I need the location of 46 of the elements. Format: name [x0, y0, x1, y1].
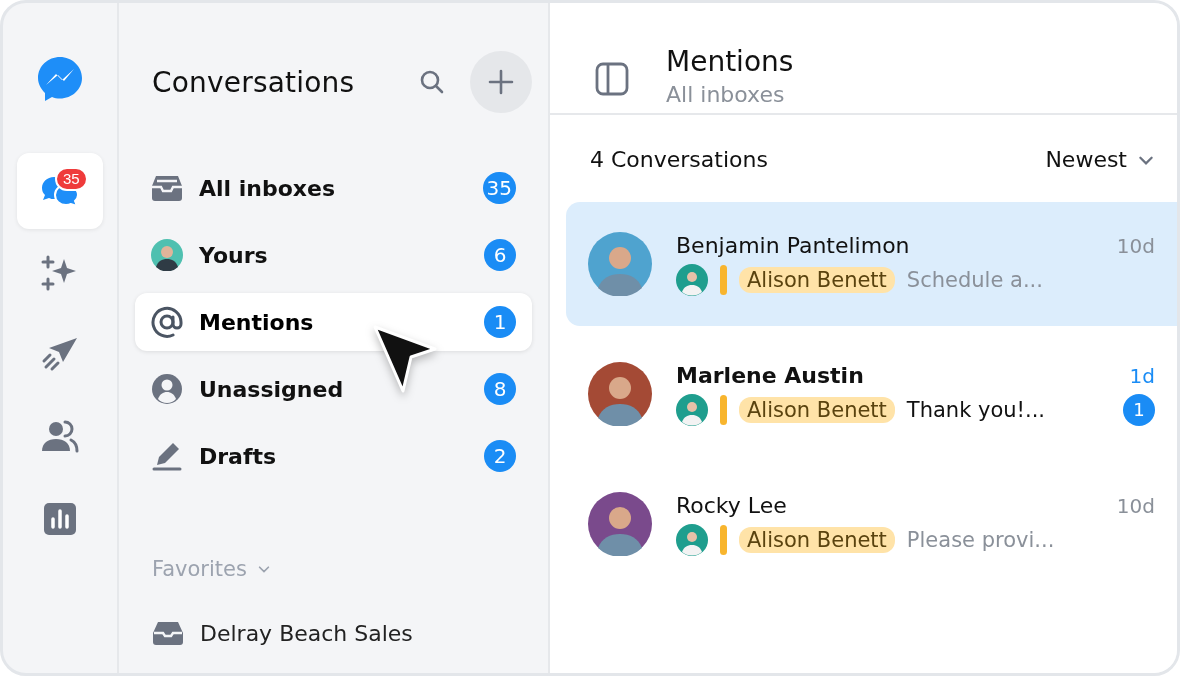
timestamp: 1d	[1129, 363, 1155, 388]
page-subtitle: All inboxes	[666, 82, 786, 107]
timestamp: 10d	[1116, 233, 1155, 258]
conversation-row[interactable]: Benjamin Pantelimon 10d Alison Benett Schedule a...	[566, 202, 1177, 326]
conversation-row[interactable]: Marlene Austin 1d Alison Benett Thank you!... 1	[566, 332, 1177, 456]
favorite-item[interactable]: Delray Beach Sales	[152, 619, 413, 647]
conversation-count: 4 Conversations	[590, 147, 768, 172]
nav-item[interactable]: Drafts 2	[135, 427, 532, 485]
priority-bar	[720, 524, 727, 555]
nav-item[interactable]: All inboxes 35	[135, 159, 532, 217]
message-preview: Thank you!...	[906, 397, 1047, 422]
conversation-row[interactable]: Rocky Lee 10d Alison Benett Please provi...	[566, 462, 1177, 586]
page-title: Mentions	[666, 45, 794, 78]
unread-badge: 1	[1123, 393, 1155, 426]
sidebar-toggle-button[interactable]	[594, 61, 630, 97]
priority-bar	[720, 394, 727, 425]
sidebar-title: Conversations	[152, 65, 356, 99]
count-badge: 35	[482, 172, 516, 204]
assignee-tag: Alison Benett	[739, 266, 895, 293]
pen-icon	[151, 440, 183, 472]
count-badge: 8	[484, 373, 516, 405]
assignee-tag: Alison Benett	[739, 526, 895, 553]
at-sign-icon	[151, 306, 183, 338]
timestamp: 10d	[1116, 493, 1155, 518]
count-badge: 6	[484, 239, 516, 271]
plus-icon	[487, 68, 515, 96]
contact-name: Marlene Austin	[676, 362, 864, 388]
count-badge: 35	[55, 167, 88, 191]
nav-item[interactable]: Yours 6	[135, 226, 532, 284]
inbox-tray-icon	[151, 174, 183, 202]
contact-name: Rocky Lee	[676, 492, 787, 518]
user-circle-icon	[151, 373, 183, 405]
rail-button[interactable]: 35	[17, 153, 103, 229]
message-preview: Schedule a...	[906, 267, 1044, 292]
logo-icon	[36, 55, 84, 103]
sort-dropdown[interactable]: Newest	[1045, 147, 1155, 172]
search-button[interactable]	[418, 68, 446, 96]
inbox-tray-icon	[152, 619, 184, 647]
count-badge: 2	[484, 440, 516, 472]
assignee-tag: Alison Benett	[739, 396, 895, 423]
bar-chart-icon	[42, 501, 78, 537]
count-badge: 1	[484, 306, 516, 338]
message-preview: Please provi...	[906, 527, 1056, 552]
nav-item[interactable]: Mentions 1	[135, 293, 532, 351]
priority-bar	[720, 264, 727, 295]
contact-name: Benjamin Pantelimon	[676, 232, 910, 258]
